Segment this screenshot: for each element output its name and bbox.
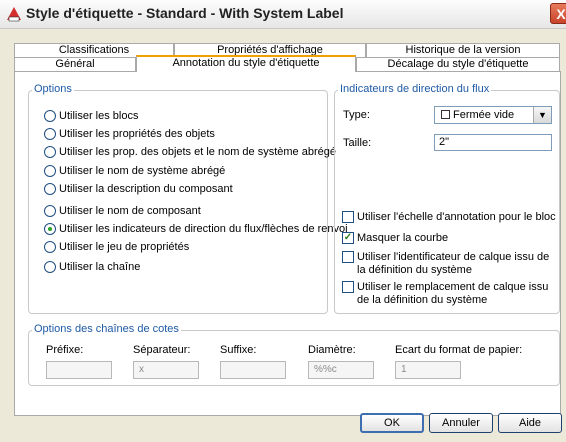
- type-select[interactable]: Fermée vide ▼: [434, 106, 552, 124]
- window-title: Style d'étiquette - Standard - With Syst…: [26, 5, 344, 21]
- chevron-down-icon[interactable]: ▼: [533, 107, 551, 123]
- ok-button[interactable]: OK: [360, 413, 424, 433]
- checkbox-label: Masquer la courbe: [357, 232, 449, 244]
- size-input[interactable]: 2": [434, 134, 552, 151]
- radio-button[interactable]: [44, 183, 56, 195]
- radio-label: Utiliser les indicateurs de direction du…: [59, 223, 348, 235]
- separator-label: Séparateur:: [133, 344, 191, 356]
- type-select-value: Fermée vide: [453, 109, 515, 121]
- suffix-input: [220, 361, 286, 379]
- title-bar[interactable]: Style d'étiquette - Standard - With Syst…: [0, 0, 566, 29]
- radio-button[interactable]: [44, 165, 56, 177]
- radio-button[interactable]: [44, 261, 56, 273]
- checkbox[interactable]: [342, 251, 354, 263]
- radio-label: Utiliser la chaîne: [59, 261, 141, 273]
- radio-button[interactable]: [44, 241, 56, 253]
- tab-general[interactable]: Général: [14, 57, 136, 72]
- size-label: Taille:: [343, 137, 372, 149]
- closed-blank-arrow-icon: [441, 110, 450, 119]
- radio-button[interactable]: [44, 146, 56, 158]
- radio-label: Utiliser la description du composant: [59, 183, 233, 195]
- prefix-input: [46, 361, 112, 379]
- help-button[interactable]: Aide: [498, 413, 562, 433]
- prefix-label: Préfixe:: [46, 344, 84, 356]
- cotes-group-title: Options des chaînes de cotes: [32, 323, 181, 335]
- app-icon: [7, 7, 21, 22]
- cancel-button[interactable]: Annuler: [429, 413, 493, 433]
- tab-annotation-style[interactable]: Annotation du style d'étiquette: [136, 55, 356, 72]
- separator-input: x: [133, 361, 199, 379]
- checkbox-checked[interactable]: ✓: [342, 232, 354, 244]
- radio-label: Utiliser le jeu de propriétés: [59, 241, 190, 253]
- paper-gap-label: Ecart du format de papier:: [395, 344, 523, 356]
- flow-indicators-group-title: Indicateurs de direction du flux: [338, 83, 492, 95]
- radio-label: Utiliser le nom de composant: [59, 205, 201, 217]
- options-group: [28, 90, 328, 314]
- suffix-label: Suffixe:: [220, 344, 257, 356]
- checkbox-label: Utiliser l'échelle d'annotation pour le …: [357, 211, 556, 223]
- diameter-input: %%c: [308, 361, 374, 379]
- checkbox-label: Utiliser le remplacement de calque issu …: [357, 281, 549, 306]
- close-button[interactable]: X: [550, 3, 566, 24]
- checkbox[interactable]: [342, 281, 354, 293]
- radio-button[interactable]: [44, 205, 56, 217]
- options-group-title: Options: [32, 83, 74, 95]
- type-label: Type:: [343, 109, 370, 121]
- dialog-window: Style d'étiquette - Standard - With Syst…: [0, 0, 566, 442]
- checkbox-label: Utiliser l'identificateur de calque issu…: [357, 251, 550, 276]
- radio-button[interactable]: [44, 128, 56, 140]
- checkbox[interactable]: [342, 211, 354, 223]
- diameter-label: Diamètre:: [308, 344, 356, 356]
- radio-label: Utiliser les propriétés des objets: [59, 128, 215, 140]
- tab-decalage-style[interactable]: Décalage du style d'étiquette: [356, 57, 560, 72]
- radio-label: Utiliser les prop. des objets et le nom …: [59, 146, 336, 158]
- radio-label: Utiliser les blocs: [59, 110, 139, 122]
- tab-historique-version[interactable]: Historique de la version: [366, 43, 560, 57]
- radio-button[interactable]: [44, 110, 56, 122]
- paper-gap-input: 1: [395, 361, 461, 379]
- radio-label: Utiliser le nom de système abrégé: [59, 165, 226, 177]
- radio-button-selected[interactable]: [44, 223, 56, 235]
